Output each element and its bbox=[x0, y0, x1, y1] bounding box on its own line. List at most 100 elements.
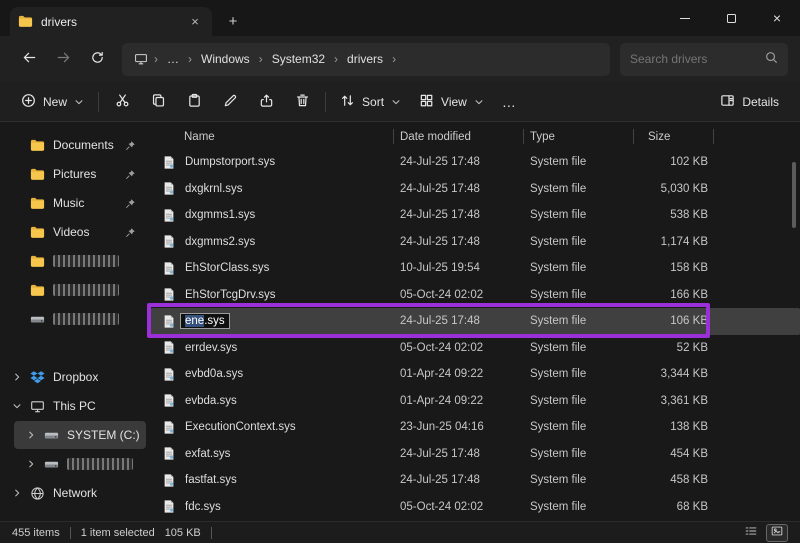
rename-input[interactable]: ene.sys bbox=[180, 313, 230, 329]
sidebar-item-redacted[interactable] bbox=[0, 305, 146, 333]
file-date-modified: 24-Jul-25 17:48 bbox=[400, 448, 530, 460]
pin-icon bbox=[125, 140, 136, 151]
chevron-icon[interactable] bbox=[10, 372, 24, 382]
divider bbox=[70, 527, 71, 539]
column-header-size[interactable]: Size bbox=[640, 124, 720, 149]
file-size: 3,344 KB bbox=[640, 368, 720, 380]
file-row-dxgkrnl-sys[interactable]: dxgkrnl.sys 24-Jul-25 17:48 System file … bbox=[150, 176, 800, 203]
details-pane-button[interactable]: Details bbox=[711, 87, 788, 117]
folder-icon bbox=[30, 254, 47, 269]
chevron-icon[interactable] bbox=[10, 401, 24, 411]
refresh-button[interactable] bbox=[80, 42, 114, 76]
file-row-dxgmms1-sys[interactable]: dxgmms1.sys 24-Jul-25 17:48 System file … bbox=[150, 202, 800, 229]
sidebar-item-documents[interactable]: Documents bbox=[0, 131, 146, 159]
divider bbox=[98, 92, 99, 112]
column-header-type[interactable]: Type bbox=[530, 124, 640, 149]
file-row-errdev-sys[interactable]: errdev.sys 05-Oct-24 02:02 System file 5… bbox=[150, 335, 800, 362]
file-type: System file bbox=[530, 448, 640, 460]
vertical-scrollbar[interactable] bbox=[790, 148, 798, 515]
chevron-down-icon bbox=[74, 97, 84, 107]
more-options-button[interactable]: … bbox=[493, 87, 526, 117]
breadcrumb-overflow-button[interactable]: … bbox=[160, 48, 186, 70]
scrollbar-thumb[interactable] bbox=[792, 162, 796, 228]
cut-button[interactable] bbox=[104, 87, 140, 117]
file-row-evbd0a-sys[interactable]: evbd0a.sys 01-Apr-24 09:22 System file 3… bbox=[150, 361, 800, 388]
sidebar-item-redacted[interactable] bbox=[0, 276, 146, 304]
sidebar-item-videos[interactable]: Videos bbox=[0, 218, 146, 246]
chevron-icon[interactable] bbox=[24, 459, 38, 469]
folder-icon bbox=[30, 167, 47, 182]
list-view-icon bbox=[744, 524, 758, 541]
thumbnails-view-toggle[interactable] bbox=[766, 524, 788, 542]
delete-button[interactable] bbox=[284, 87, 320, 117]
file-row-ene-sys[interactable]: ene.sys 24-Jul-25 17:48 System file 106 … bbox=[150, 308, 800, 335]
file-row-fdc-sys[interactable]: fdc.sys 05-Oct-24 02:02 System file 68 K… bbox=[150, 494, 800, 521]
breadcrumb[interactable]: ›…›Windows›System32›drivers› bbox=[122, 43, 610, 76]
sort-button[interactable]: Sort bbox=[331, 87, 410, 117]
file-type: System file bbox=[530, 156, 640, 168]
close-button[interactable]: × bbox=[754, 0, 800, 36]
search-box[interactable] bbox=[620, 43, 788, 76]
tab-close-icon[interactable]: × bbox=[186, 13, 204, 31]
file-date-modified: 24-Jul-25 17:48 bbox=[400, 236, 530, 248]
new-button[interactable]: New bbox=[12, 87, 93, 117]
file-row-evbda-sys[interactable]: evbda.sys 01-Apr-24 09:22 System file 3,… bbox=[150, 388, 800, 415]
file-row-exfat-sys[interactable]: exfat.sys 24-Jul-25 17:48 System file 45… bbox=[150, 441, 800, 468]
maximize-button[interactable] bbox=[708, 0, 754, 36]
new-tab-button[interactable]: + bbox=[220, 9, 246, 33]
file-row-dumpstorport-sys[interactable]: Dumpstorport.sys 24-Jul-25 17:48 System … bbox=[150, 149, 800, 176]
file-row-executioncontext-sys[interactable]: ExecutionContext.sys 23-Jun-25 04:16 Sys… bbox=[150, 414, 800, 441]
sidebar-item-redacted[interactable] bbox=[14, 450, 146, 478]
chevron-icon[interactable] bbox=[24, 430, 38, 440]
breadcrumb-chevron-icon: › bbox=[186, 52, 194, 66]
file-name: evbda.sys bbox=[185, 395, 237, 407]
sidebar-item-network[interactable]: Network bbox=[0, 479, 146, 507]
view-button[interactable]: View bbox=[410, 87, 493, 117]
back-button[interactable] bbox=[12, 42, 46, 76]
column-header-date-modified[interactable]: Date modified bbox=[400, 124, 530, 149]
file-size: 1,174 KB bbox=[640, 236, 720, 248]
forward-button[interactable] bbox=[46, 42, 80, 76]
paste-button[interactable] bbox=[176, 87, 212, 117]
sidebar-item-music[interactable]: Music bbox=[0, 189, 146, 217]
copy-button[interactable] bbox=[140, 87, 176, 117]
file-type: System file bbox=[530, 262, 640, 274]
sys-file-icon bbox=[162, 314, 176, 329]
file-size: 166 KB bbox=[640, 289, 720, 301]
sidebar-item-redacted[interactable] bbox=[0, 247, 146, 275]
chevron-icon[interactable] bbox=[10, 488, 24, 498]
share-button[interactable] bbox=[248, 87, 284, 117]
file-type: System file bbox=[530, 183, 640, 195]
file-row-ehstorclass-sys[interactable]: EhStorClass.sys 10-Jul-25 19:54 System f… bbox=[150, 255, 800, 282]
file-row-dxgmms2-sys[interactable]: dxgmms2.sys 24-Jul-25 17:48 System file … bbox=[150, 229, 800, 256]
column-header-name[interactable]: Name bbox=[162, 124, 400, 149]
minimize-button[interactable] bbox=[662, 0, 708, 36]
details-view-toggle[interactable] bbox=[740, 524, 762, 542]
grid-view-icon bbox=[419, 93, 434, 111]
sidebar-item-system-c[interactable]: SYSTEM (C:) bbox=[14, 421, 146, 449]
file-date-modified: 01-Apr-24 09:22 bbox=[400, 395, 530, 407]
sidebar-item-dropbox[interactable]: Dropbox bbox=[0, 363, 146, 391]
thumbnail-view-icon bbox=[770, 524, 784, 541]
file-type: System file bbox=[530, 342, 640, 354]
sidebar-item-pictures[interactable]: Pictures bbox=[0, 160, 146, 188]
breadcrumb-segment-drivers[interactable]: drivers bbox=[340, 48, 390, 70]
file-date-modified: 23-Jun-25 04:16 bbox=[400, 421, 530, 433]
file-row-fastfat-sys[interactable]: fastfat.sys 24-Jul-25 17:48 System file … bbox=[150, 467, 800, 494]
pencil-icon bbox=[223, 93, 238, 111]
titlebar[interactable]: drivers × + × bbox=[0, 0, 800, 36]
trash-icon bbox=[295, 93, 310, 111]
breadcrumb-segment-windows[interactable]: Windows bbox=[194, 48, 257, 70]
tab-drivers[interactable]: drivers × bbox=[10, 7, 212, 36]
this-pc-icon[interactable] bbox=[130, 52, 152, 66]
file-row-ehstortcgdrv-sys[interactable]: EhStorTcgDrv.sys 05-Oct-24 02:02 System … bbox=[150, 282, 800, 309]
file-name: EhStorTcgDrv.sys bbox=[185, 289, 276, 301]
rename-button[interactable] bbox=[212, 87, 248, 117]
file-date-modified: 24-Jul-25 17:48 bbox=[400, 315, 530, 327]
drive-icon bbox=[30, 312, 47, 327]
search-input[interactable] bbox=[630, 52, 757, 66]
breadcrumb-segment-system32[interactable]: System32 bbox=[265, 48, 332, 70]
search-icon bbox=[765, 51, 778, 67]
sys-file-icon bbox=[162, 234, 176, 249]
sidebar-item-this-pc[interactable]: This PC bbox=[0, 392, 146, 420]
